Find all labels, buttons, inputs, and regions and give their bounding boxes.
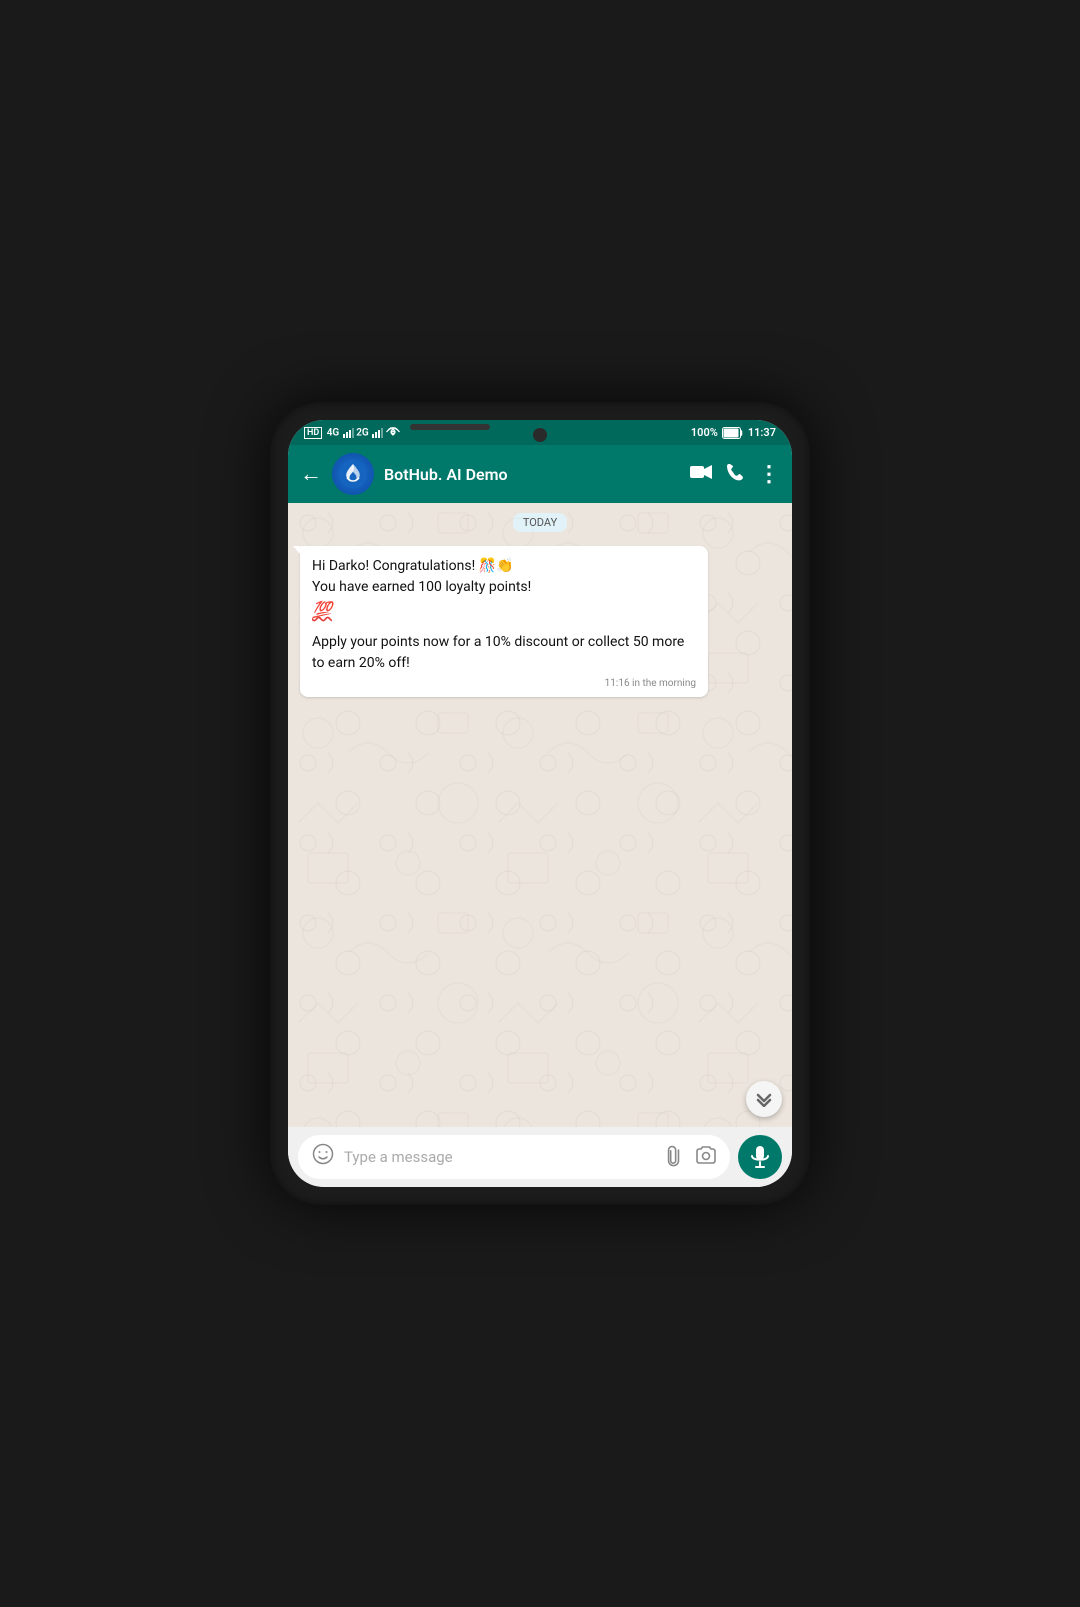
message-bubble: Hi Darko! Congratulations! 🎊👏 You have e… (300, 546, 708, 697)
message-input-wrapper[interactable]: Type a message (298, 1135, 730, 1179)
phone-call-icon[interactable] (726, 463, 744, 486)
phone-screen: HD 4G 2G 100% 11:37 ← (288, 420, 792, 1187)
phone-frame: HD 4G 2G 100% 11:37 ← (270, 402, 810, 1205)
bothub-logo (339, 460, 367, 488)
status-network: HD 4G 2G (304, 427, 400, 439)
date-badge-container: TODAY (300, 513, 780, 532)
emoji-picker-icon[interactable] (312, 1143, 334, 1171)
status-right: 100% 11:37 (691, 426, 776, 439)
camera-icon[interactable] (696, 1146, 716, 1169)
status-left: HD 4G 2G (304, 427, 400, 439)
message-line2: You have earned 100 loyalty points! (312, 579, 531, 595)
message-timestamp: 11:16 in the morning (312, 678, 696, 689)
message-content: Hi Darko! Congratulations! 🎊👏 You have e… (312, 556, 696, 674)
message-line1: Hi Darko! Congratulations! 🎊👏 (312, 558, 514, 574)
video-call-icon[interactable] (690, 464, 712, 485)
avatar[interactable] (332, 453, 374, 495)
clock: 11:37 (748, 426, 776, 439)
message-line3: Apply your points now for a 10% discount… (312, 634, 684, 671)
chat-name: BotHub. AI Demo (384, 465, 680, 484)
phone-camera (533, 428, 547, 442)
battery-icon (722, 427, 744, 439)
attach-icon[interactable] (660, 1141, 692, 1173)
chat-header: ← BotHub. AI Demo (288, 445, 792, 503)
message-input-placeholder[interactable]: Type a message (344, 1148, 656, 1166)
back-button[interactable]: ← (300, 461, 322, 487)
header-actions: ⋮ (690, 462, 780, 487)
phone-speaker (410, 424, 490, 430)
header-info: BotHub. AI Demo (384, 465, 680, 484)
battery-percent: 100% (691, 426, 718, 439)
date-badge-text: TODAY (513, 513, 567, 532)
mic-button[interactable] (738, 1135, 782, 1179)
scroll-to-bottom-button[interactable] (746, 1081, 782, 1117)
input-bar: Type a message (288, 1127, 792, 1187)
chat-body: TODAY Hi Darko! Congratulations! 🎊👏 You … (288, 503, 792, 1127)
emoji-100: 💯 (312, 600, 332, 619)
more-options-icon[interactable]: ⋮ (758, 462, 780, 487)
